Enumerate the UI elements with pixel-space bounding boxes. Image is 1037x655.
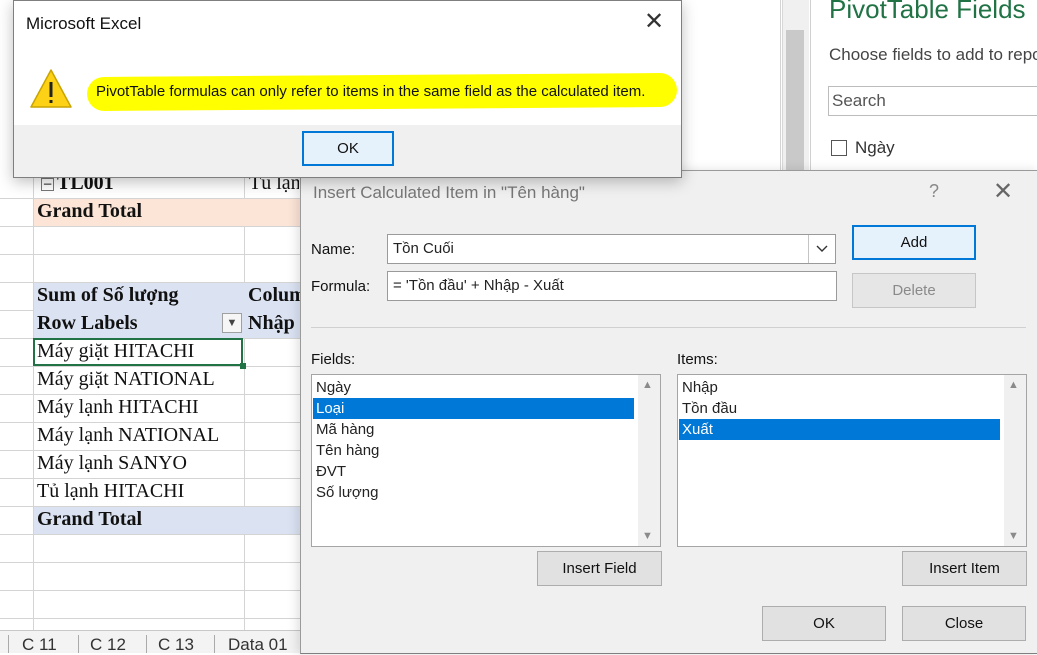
chevron-down-icon[interactable]	[808, 235, 835, 263]
add-button[interactable]: Add	[852, 225, 976, 260]
field-list-item[interactable]: Ngày	[316, 377, 351, 398]
row-labels-filter-button[interactable]: ▼	[222, 313, 242, 333]
fields-scrollbar[interactable]: ▲ ▼	[638, 375, 660, 546]
scroll-up-icon[interactable]: ▲	[642, 379, 653, 391]
pivot-column-header: Column	[248, 284, 300, 306]
insert-calculated-item-dialog: Insert Calculated Item in "Tên hàng" ? ✕…	[300, 170, 1037, 654]
pivot-row[interactable]: Máy lạnh SANYO	[37, 452, 187, 475]
close-icon[interactable]: ✕	[993, 177, 1013, 206]
error-message: PivotTable formulas can only refer to it…	[96, 83, 646, 100]
pivot-row[interactable]: Máy lạnh HITACHI	[37, 396, 199, 419]
items-listbox[interactable]: Nhập Tồn đầu Xuất ▲ ▼	[677, 374, 1027, 547]
name-value: Tồn Cuối	[393, 240, 454, 257]
dialog-titlebar: Microsoft Excel ✕	[14, 1, 681, 45]
item-list-item[interactable]: Nhập	[682, 377, 718, 398]
sheet-tab[interactable]: C 11	[22, 635, 57, 655]
active-cell[interactable]	[33, 338, 243, 366]
pivot-col-item-nhap: Nhập	[248, 312, 295, 334]
pane-subtitle: Choose fields to add to report:	[829, 45, 1037, 64]
field-checkbox[interactable]	[831, 140, 847, 156]
field-list-item[interactable]: Số lượng	[316, 482, 378, 503]
field-list-item[interactable]: Mã hàng	[316, 419, 374, 440]
pivot-row[interactable]: Tủ lạnh HITACHI	[37, 480, 184, 503]
fields-label: Fields:	[311, 351, 356, 368]
warning-icon	[30, 69, 72, 108]
sheet-tab[interactable]: C 13	[158, 635, 194, 655]
item-list-item[interactable]: Tồn đầu	[682, 398, 737, 419]
dialog-title: Microsoft Excel	[26, 14, 142, 33]
scroll-up-icon[interactable]: ▲	[1008, 379, 1019, 391]
field-search-input[interactable]: Search	[828, 86, 1037, 116]
collapse-icon[interactable]: −	[41, 178, 54, 191]
close-button[interactable]: Close	[902, 606, 1026, 641]
formula-value: = 'Tồn đầu' + Nhập - Xuất	[393, 277, 564, 294]
scroll-down-icon[interactable]: ▼	[1008, 530, 1019, 542]
scrollbar-thumb[interactable]	[786, 30, 804, 170]
field-label: Ngày	[855, 138, 895, 157]
sheet-tab[interactable]: C 12	[90, 635, 126, 655]
dialog-body: PivotTable formulas can only refer to it…	[14, 45, 681, 125]
field-item-ngay[interactable]: Ngày	[831, 138, 895, 158]
field-list-item[interactable]: Tên hàng	[316, 440, 379, 461]
separator	[311, 327, 1026, 328]
ok-button[interactable]: OK	[302, 131, 394, 166]
fill-handle[interactable]	[240, 363, 246, 369]
name-combobox[interactable]: Tồn Cuối	[387, 234, 836, 264]
pivot-row[interactable]: Máy giặt NATIONAL	[37, 368, 215, 391]
formula-input[interactable]: = 'Tồn đầu' + Nhập - Xuất	[387, 271, 837, 301]
grand-total-upper: Grand Total	[37, 200, 143, 222]
item-list-item-selected[interactable]: Xuất	[679, 419, 1000, 440]
name-label: Name:	[311, 241, 356, 258]
sheet-tab[interactable]: Data 01	[228, 635, 308, 655]
close-icon[interactable]: ✕	[644, 7, 664, 36]
scroll-down-icon[interactable]: ▼	[642, 530, 653, 542]
excel-error-dialog: Microsoft Excel ✕ PivotTable formulas ca…	[13, 0, 682, 178]
delete-button[interactable]: Delete	[852, 273, 976, 308]
items-label: Items:	[677, 351, 718, 368]
ok-button[interactable]: OK	[762, 606, 886, 641]
insert-item-button[interactable]: Insert Item	[902, 551, 1027, 586]
pivot-row[interactable]: Máy lạnh NATIONAL	[37, 424, 219, 447]
fields-listbox[interactable]: Ngày Loại Mã hàng Tên hàng ĐVT Số lượng …	[311, 374, 661, 547]
pivot-row-labels: Row Labels	[37, 312, 138, 334]
pane-title: PivotTable Fields	[829, 0, 1026, 24]
field-list-item[interactable]: ĐVT	[316, 461, 346, 482]
grand-total: Grand Total	[37, 508, 143, 530]
field-list-item-selected[interactable]: Loại	[313, 398, 634, 419]
dialog-title: Insert Calculated Item in "Tên hàng"	[313, 183, 585, 202]
help-icon[interactable]: ?	[929, 181, 939, 202]
sheet-vertical-scrollbar[interactable]	[782, 0, 809, 170]
formula-label: Formula:	[311, 278, 371, 295]
sheet-tabs: C 11 C 12 C 13 Data 01	[0, 630, 310, 655]
insert-field-button[interactable]: Insert Field	[537, 551, 662, 586]
pivot-values-header: Sum of Số lượng	[37, 284, 179, 306]
items-scrollbar[interactable]: ▲ ▼	[1004, 375, 1026, 546]
